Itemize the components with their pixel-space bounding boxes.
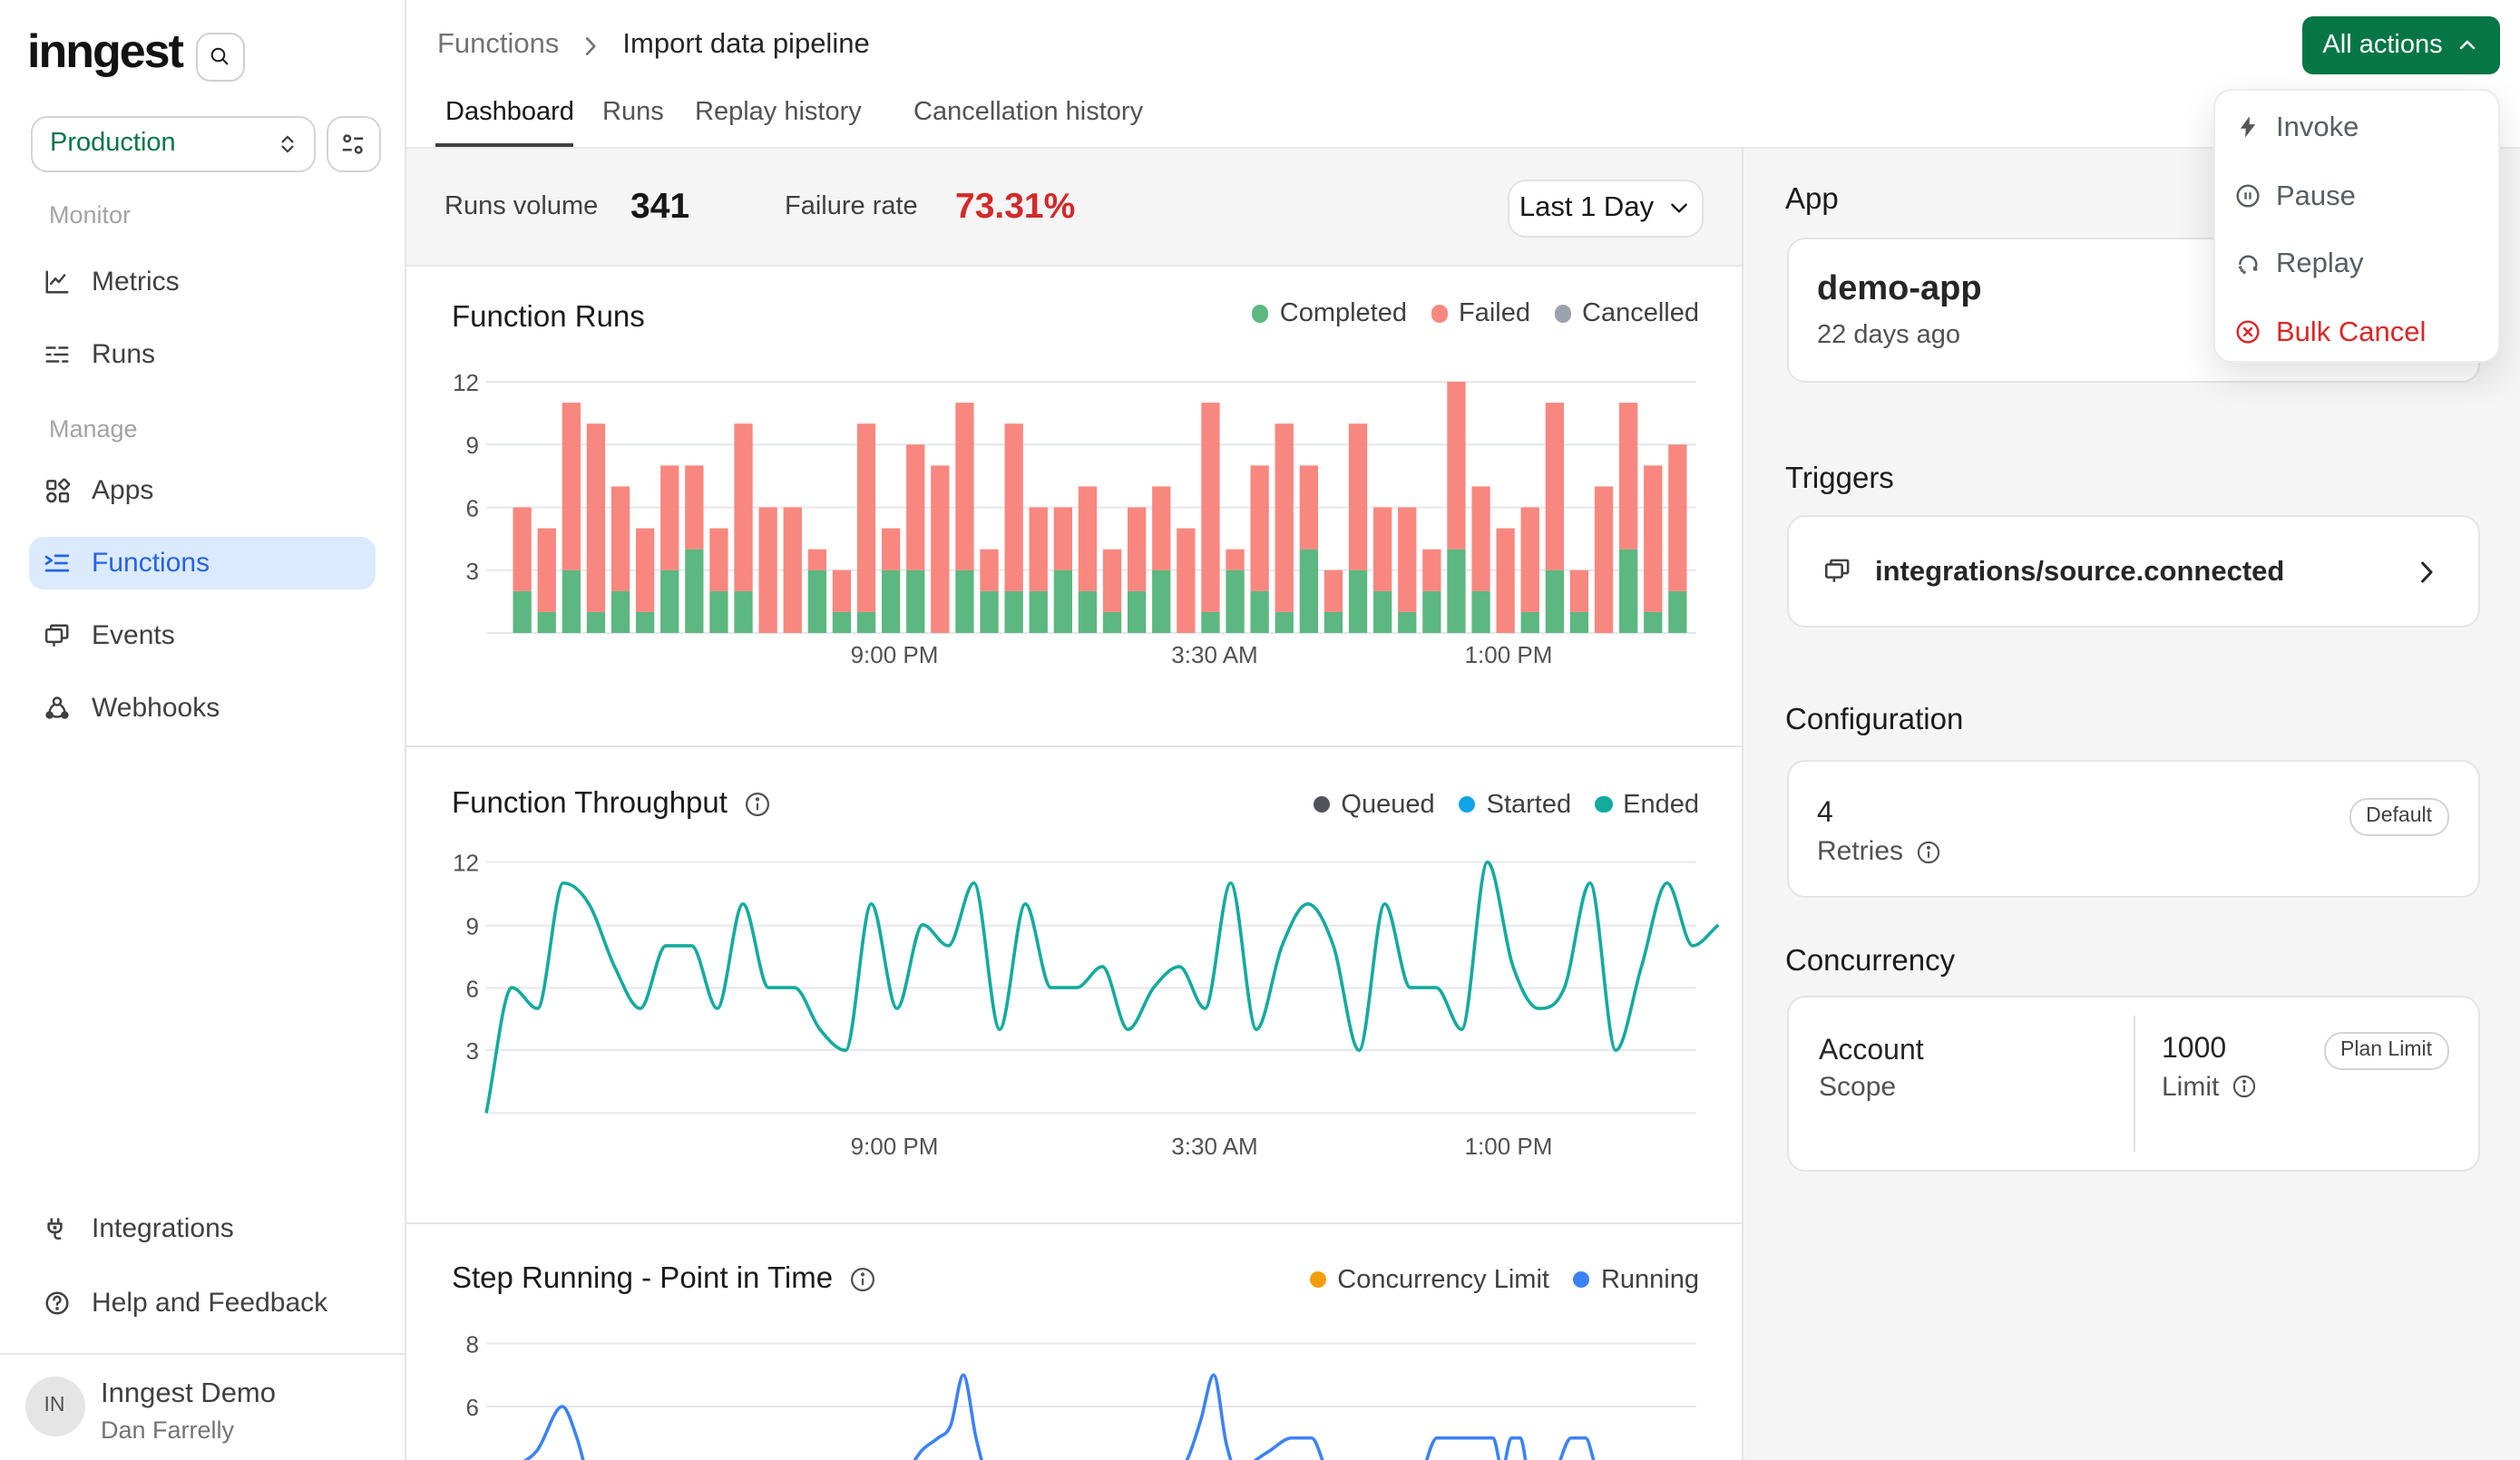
svg-text:9: 9	[466, 432, 479, 459]
svg-text:1:00 PM: 1:00 PM	[1465, 641, 1553, 668]
svg-text:8: 8	[466, 1331, 479, 1358]
svg-text:3: 3	[466, 1037, 479, 1065]
svg-text:6: 6	[466, 1394, 479, 1421]
svg-text:6: 6	[466, 495, 479, 522]
svg-text:12: 12	[453, 850, 479, 877]
svg-text:9:00 PM: 9:00 PM	[851, 641, 939, 668]
svg-text:1:00 PM: 1:00 PM	[1465, 1133, 1553, 1160]
svg-text:9: 9	[466, 913, 479, 940]
svg-text:4: 4	[466, 1457, 479, 1460]
svg-text:3: 3	[466, 558, 479, 585]
svg-text:9:00 PM: 9:00 PM	[851, 1133, 939, 1160]
svg-text:12: 12	[453, 369, 479, 396]
svg-text:3:30 AM: 3:30 AM	[1171, 1133, 1257, 1160]
svg-text:3:30 AM: 3:30 AM	[1171, 641, 1257, 668]
svg-text:6: 6	[466, 975, 479, 1002]
